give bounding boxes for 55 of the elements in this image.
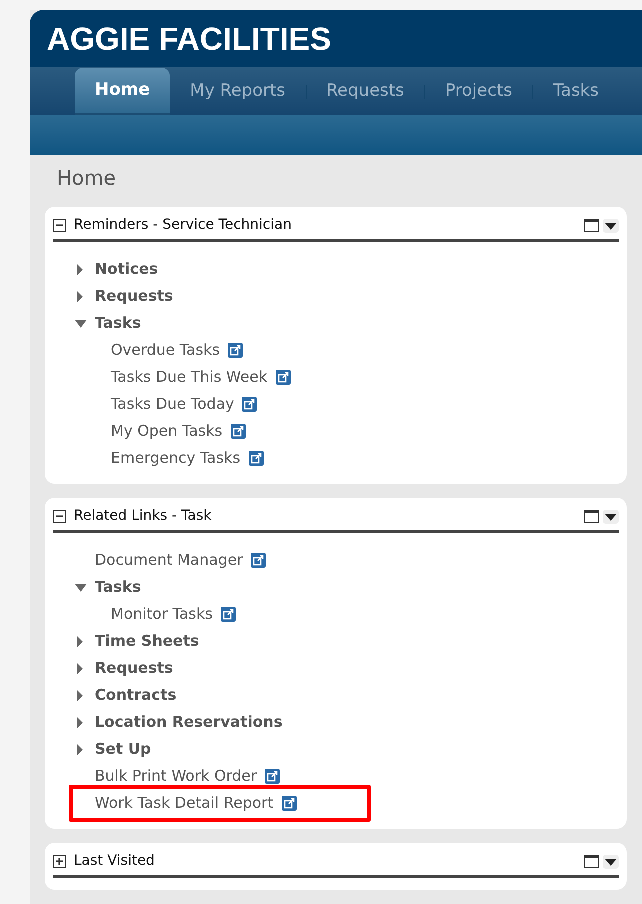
page-title: Home (56, 165, 118, 192)
tree-folder-label[interactable]: Tasks (95, 312, 142, 335)
app-title: AGGIE FACILITIES (47, 20, 332, 58)
tree-link[interactable]: Document Manager (95, 549, 244, 572)
external-link-icon[interactable] (276, 370, 291, 385)
external-link-icon[interactable] (248, 451, 264, 466)
tree-folder-label[interactable]: Time Sheets (95, 630, 200, 653)
panel-title: Reminders - Service Technician (74, 216, 293, 235)
maximize-icon[interactable] (584, 855, 599, 868)
tree-link[interactable]: Emergency Tasks (111, 447, 241, 470)
tree-link[interactable]: Overdue Tasks (111, 339, 220, 362)
tree-link[interactable]: Tasks Due Today (111, 393, 234, 416)
maximize-icon[interactable] (584, 510, 599, 523)
tree-folder-label[interactable]: Requests (95, 285, 174, 308)
caret-down-icon[interactable] (75, 320, 87, 328)
external-link-icon[interactable] (282, 796, 297, 811)
tree-folder-label[interactable]: Set Up (95, 738, 152, 761)
tree-folder-label[interactable]: Requests (95, 657, 174, 680)
tree-folder-label[interactable]: Notices (95, 258, 158, 281)
nav-tab[interactable]: My Reports (170, 68, 306, 115)
tree-link[interactable]: Tasks Due This Week (111, 366, 268, 389)
external-link-icon[interactable] (228, 343, 244, 358)
tree-link[interactable]: Bulk Print Work Order (95, 765, 258, 788)
tree-link[interactable]: Monitor Tasks (111, 603, 213, 626)
caret-right-icon[interactable] (77, 744, 85, 756)
caret-right-icon[interactable] (77, 264, 85, 276)
external-link-icon[interactable] (265, 769, 280, 784)
nav-tab[interactable]: Tasks (533, 68, 619, 115)
nav-tab[interactable]: Projects (425, 68, 532, 115)
panel-title: Last Visited (74, 852, 156, 871)
external-link-icon[interactable] (220, 607, 236, 622)
external-link-icon[interactable] (251, 553, 266, 568)
caret-right-icon[interactable] (77, 290, 85, 302)
tree-link[interactable]: Work Task Detail Report (95, 792, 274, 815)
tree-folder-label[interactable]: Contracts (95, 684, 177, 707)
dropdown-icon[interactable] (603, 510, 619, 524)
collapse-icon[interactable] (53, 510, 66, 523)
caret-right-icon[interactable] (77, 662, 85, 674)
tree-folder-label[interactable]: Tasks (95, 576, 142, 599)
caret-right-icon[interactable] (77, 636, 85, 648)
dropdown-icon[interactable] (603, 854, 619, 868)
panel-title: Related Links - Task (74, 507, 213, 526)
expand-icon[interactable] (53, 855, 66, 868)
caret-right-icon[interactable] (77, 716, 85, 728)
external-link-icon[interactable] (230, 424, 246, 439)
nav-tab[interactable]: Requests (306, 68, 424, 115)
caret-right-icon[interactable] (77, 690, 85, 702)
collapse-icon[interactable] (53, 219, 66, 232)
nav-tab[interactable]: Home (75, 68, 170, 115)
dropdown-icon[interactable] (603, 218, 619, 232)
maximize-icon[interactable] (584, 219, 599, 232)
tree-folder-label[interactable]: Location Reservations (95, 711, 283, 734)
external-link-icon[interactable] (242, 397, 258, 412)
caret-down-icon[interactable] (75, 584, 87, 592)
tree-link[interactable]: My Open Tasks (111, 420, 223, 443)
